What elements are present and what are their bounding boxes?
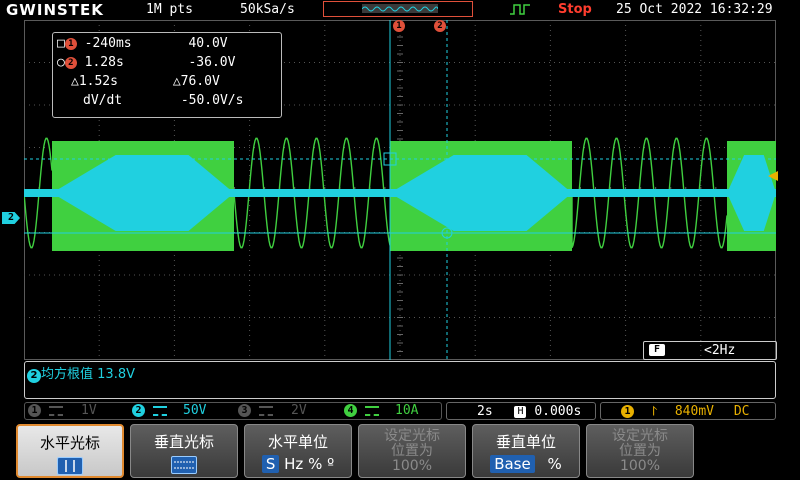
unit-option-percent: % [547,455,562,473]
unit-option-degree: º [327,455,335,473]
ch2-ground-marker[interactable]: 2 [2,212,20,224]
channel-status-bar: 1 1V 2 50V 3 2V 4 10A 2s H 0.000s 1 ⨡ 840mV … [24,402,776,420]
unit-option-base: Base [490,455,535,473]
softkey-horizontal-unit[interactable]: 水平单位 S Hz % º [244,424,352,478]
softkey-vertical-cursor[interactable]: 垂直光标 [130,424,238,478]
cursor-2-badge: 2 [64,56,77,69]
ch4-scale: 10A [395,403,419,418]
rising-edge-icon: ⨡ [651,404,658,419]
trigger-coupling: DC [733,404,750,419]
timebase-position: 0.000s [534,404,582,419]
ch3-scale: 2V [291,403,307,418]
memory-map-bar [323,1,473,17]
softkey-label: 垂直单位 [495,433,556,451]
readout-row-slope: dV/dt -50.0V/s [83,92,243,110]
square-icon: □ [57,36,65,51]
trigger-waveform-icon [510,4,530,15]
ch1-badge: 1 [28,404,41,417]
horizontal-position-icon: H [514,405,527,418]
ch1-status[interactable]: 1 1V [28,402,97,420]
dc-coupling-icon [153,405,167,416]
trigger-source-badge: 1 [621,405,634,418]
softkey-set-cursor-100-horizontal[interactable]: 设定光标 位置为 100% [358,424,466,478]
dc-coupling-icon [49,405,63,416]
vertical-unit-options: Base % [490,455,562,473]
filter-value: <2Hz [704,343,736,358]
cursor-2-marker[interactable]: 2 [434,20,446,32]
cursor-1-volt: 40.0V [188,36,228,51]
sample-rate: 50kSa/s [240,2,295,17]
cursor-1-marker[interactable]: 1 [393,20,405,32]
softkey-label: 设定光标 位置为 100% [384,428,440,474]
filter-indicator[interactable]: F <2Hz [643,341,777,360]
horizontal-unit-options: S Hz % º [261,455,335,473]
unit-option-hz: Hz [284,455,304,473]
filter-icon: F [649,344,665,356]
slope-value: -50.0V/s [180,93,244,108]
softkey-label: 设定光标 位置为 100% [612,428,668,474]
vertical-cursors-icon [57,457,83,475]
circle-icon: ○ [57,55,65,70]
delta-time: △1.52s [71,74,118,89]
ch2-scale: 50V [183,403,207,418]
cursor-readout: □ 1 -240ms 40.0V ○ 2 1.28s -36.0V △1.52s △… [52,32,282,118]
run-stop-status[interactable]: Stop [558,2,592,17]
meas-value: 13.8V [97,367,135,382]
ch1-scale: 1V [81,403,97,418]
trigger-status[interactable]: 1 ⨡ 840mV DC [600,402,776,420]
cursor-2-time: 1.28s [84,55,124,70]
unit-option-s: S [261,455,280,473]
cursor-1-badge: 1 [64,37,77,50]
softkey-horizontal-cursor[interactable]: 水平光标 [16,424,124,478]
ch2-badge: 2 [132,404,145,417]
readout-row-cursor2: ○ 2 1.28s -36.0V [57,54,235,72]
timebase-scale: 2s [477,404,493,419]
cursor-2-volt: -36.0V [188,55,236,70]
meas-channel-badge: 2 [27,369,41,383]
brand-logo: GWINSTEK [6,1,104,19]
memory-wave-icon [362,6,438,12]
softkey-label: 水平光标 [39,434,100,452]
readout-row-delta: △1.52s △76.0V [71,73,220,91]
trigger-level: 840mV [674,404,714,419]
readout-row-cursor1: □ 1 -240ms 40.0V [57,35,228,53]
record-length: 1M pts [146,2,193,17]
unit-option-percent: % [308,455,323,473]
date-time: 25 Oct 2022 16:32:29 [616,2,773,17]
ch2-status[interactable]: 2 50V [132,402,206,420]
softkey-vertical-unit[interactable]: 垂直单位 Base % [472,424,580,478]
dc-coupling-icon [259,405,273,416]
measurement-panel: 2 均方根值 13.8V [24,361,776,399]
delta-volt: △76.0V [172,74,220,89]
ch4-badge: 4 [344,404,357,417]
softkey-set-cursor-100-vertical[interactable]: 设定光标 位置为 100% [586,424,694,478]
slope-label: dV/dt [83,93,123,108]
cursor-1-time: -240ms [84,36,132,51]
measurement-line: 2 均方根值 13.8V [27,363,135,383]
softkey-label: 垂直光标 [153,433,214,451]
dc-coupling-icon [365,405,379,416]
ch3-status[interactable]: 3 2V [238,402,307,420]
meas-label: 均方根值 [41,367,94,382]
ch4-status[interactable]: 4 10A [344,402,418,420]
horizontal-cursors-icon [171,456,197,474]
ch3-badge: 3 [238,404,251,417]
timebase-status[interactable]: 2s H 0.000s [446,402,596,420]
softkey-label: 水平单位 [267,433,328,451]
